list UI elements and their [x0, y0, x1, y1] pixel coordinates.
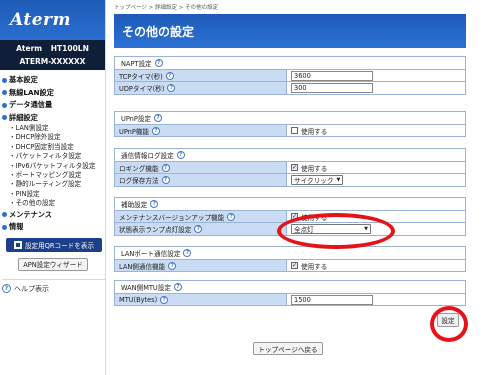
- udp-timer-input[interactable]: 300: [291, 83, 373, 93]
- setting-row: UDPタイマ(秒)? 300: [114, 82, 466, 95]
- log-section: 通信情報ログ設定? ロギング機能? ✓ 使用する ログ保存方法? サイクリック ▼: [114, 148, 466, 187]
- maint-label: メンテナンスバージョンアップ機能: [119, 213, 225, 222]
- bullet-icon: [2, 102, 7, 108]
- upnp-section: UPnP設定? UPnP機能? 使用する: [114, 111, 466, 137]
- sidebar-sub-dhcp-exclude[interactable]: DHCP除外設定: [9, 133, 105, 142]
- advanced-submenu: LAN側設定 DHCP除外設定 DHCP固定割当設定 パケットフィルタ設定 IP…: [2, 124, 105, 209]
- tcp-timer-input[interactable]: 3600: [291, 70, 373, 81]
- upnp-checkbox[interactable]: [291, 127, 298, 134]
- help-icon[interactable]: ?: [150, 200, 159, 208]
- sidebar: Aterm Aterm HT100LN ATERM-XXXXXX 基本設定 無線…: [0, 0, 106, 375]
- sidebar-sub-ipv6-filter[interactable]: IPv6パケットフィルタ設定: [9, 162, 105, 171]
- sidebar-sub-lan[interactable]: LAN側設定: [9, 124, 105, 133]
- section-title: 通信情報ログ設定?: [114, 148, 466, 161]
- section-title: 補助設定?: [114, 197, 466, 210]
- logging-label: ロギング機能: [119, 164, 159, 173]
- napt-section: NAPT設定? TCPタイマ(秒)? 3600 UDPタイマ(秒)? 300: [114, 56, 466, 95]
- sidebar-sub-port-mapping[interactable]: ポートマッピング設定: [9, 171, 105, 180]
- log-save-label: ログ保存方法: [119, 177, 159, 185]
- sidebar-sub-pin[interactable]: PIN設定: [9, 190, 105, 199]
- sidebar-item-info[interactable]: 情報: [2, 221, 105, 234]
- help-toggle[interactable]: ? ヘルプ表示: [2, 278, 105, 294]
- aterm-logo: Aterm: [10, 10, 72, 30]
- setting-row: MTU(Bytes)? 1500: [114, 293, 466, 306]
- lamp-label: 状態表示ランプ点灯設定: [119, 226, 192, 234]
- chevron-down-icon: ▼: [336, 177, 341, 183]
- sidebar-sub-static-routing[interactable]: 静的ルーティング設定: [9, 180, 105, 189]
- bullet-icon: [2, 77, 7, 83]
- upnp-label: UPnP機能: [119, 127, 150, 136]
- bullet-icon: [2, 224, 7, 230]
- mtu-input[interactable]: 1500: [291, 294, 373, 305]
- help-icon[interactable]: ?: [227, 212, 236, 221]
- help-icon[interactable]: ?: [173, 283, 182, 291]
- setting-row: ロギング機能? ✓ 使用する: [114, 161, 466, 174]
- sidebar-nav: 基本設定 無線LAN設定 データ通信量 詳細設定 LAN側設定 DHCP除外設定…: [0, 70, 105, 234]
- highlight-ring: [277, 213, 395, 249]
- help-icon[interactable]: ?: [194, 225, 203, 233]
- page-title: その他の設定: [114, 14, 466, 48]
- device-info: Aterm HT100LN ATERM-XXXXXX: [0, 40, 105, 70]
- sidebar-item-wlan[interactable]: 無線LAN設定: [2, 87, 105, 100]
- log-save-select[interactable]: サイクリック ▼: [291, 175, 344, 185]
- setting-row: ログ保存方法? サイクリック ▼: [114, 174, 466, 187]
- back-to-top-button[interactable]: トップページへ戻る: [253, 342, 323, 355]
- help-icon[interactable]: ?: [183, 249, 192, 257]
- device-id: ATERM-XXXXXX: [19, 57, 86, 66]
- help-icon[interactable]: ?: [154, 114, 163, 122]
- help-icon[interactable]: ?: [167, 84, 176, 92]
- main-content: トップページ > 詳細設定 > その他の設定 その他の設定 NAPT設定? TC…: [110, 0, 500, 375]
- help-icon[interactable]: ?: [176, 151, 185, 159]
- help-icon[interactable]: ?: [152, 126, 161, 135]
- highlight-ring: [430, 306, 468, 342]
- wan-mtu-section: WAN側MTU設定? MTU(Bytes)? 1500: [114, 280, 466, 306]
- setting-row: TCPタイマ(秒)? 3600: [114, 69, 466, 82]
- sidebar-item-data-usage[interactable]: データ通信量: [2, 99, 105, 112]
- apn-wizard-button[interactable]: APN設定ウィザード: [18, 257, 88, 271]
- help-icon[interactable]: ?: [154, 59, 163, 67]
- mtu-label: MTU(Bytes): [119, 295, 158, 304]
- help-icon[interactable]: ?: [168, 261, 177, 270]
- help-icon[interactable]: ?: [160, 295, 169, 304]
- sidebar-sub-packet-filter[interactable]: パケットフィルタ設定: [9, 152, 105, 161]
- help-icon[interactable]: ?: [165, 71, 174, 80]
- help-icon[interactable]: ?: [161, 176, 170, 184]
- bullet-icon: [2, 115, 7, 121]
- section-title: NAPT設定?: [114, 56, 466, 69]
- lan-port-section: LANポート通信設定? LAN側通信機能? ✓ 使用する: [114, 246, 466, 272]
- breadcrumb: トップページ > 詳細設定 > その他の設定: [114, 5, 219, 11]
- help-icon: ?: [2, 284, 11, 294]
- sidebar-item-maintenance[interactable]: メンテナンス: [2, 209, 105, 222]
- sidebar-sub-dhcp-fixed[interactable]: DHCP固定割当設定: [9, 143, 105, 152]
- qr-code-icon: [13, 240, 22, 249]
- lan-comm-checkbox[interactable]: ✓: [291, 262, 298, 269]
- help-icon[interactable]: ?: [161, 163, 170, 172]
- show-qr-button[interactable]: 設定用QRコードを表示: [6, 237, 102, 252]
- sidebar-item-advanced[interactable]: 詳細設定: [2, 112, 105, 125]
- udp-timer-label: UDPタイマ(秒): [119, 85, 165, 93]
- bullet-icon: [2, 212, 7, 218]
- brand-header: Aterm: [0, 0, 105, 40]
- sidebar-sub-other[interactable]: その他の設定: [9, 199, 105, 208]
- section-title: WAN側MTU設定?: [114, 280, 466, 293]
- setting-row: UPnP機能? 使用する: [114, 124, 466, 137]
- logging-checkbox[interactable]: ✓: [291, 164, 298, 171]
- sidebar-item-basic[interactable]: 基本設定: [2, 74, 105, 87]
- bullet-icon: [2, 90, 7, 96]
- section-title: UPnP設定?: [114, 111, 466, 124]
- lan-comm-label: LAN側通信機能: [119, 262, 166, 271]
- model-name: Aterm: [16, 44, 43, 53]
- tcp-timer-label: TCPタイマ(秒): [119, 72, 163, 81]
- model-id: HT100LN: [50, 44, 89, 53]
- section-title: LANポート通信設定?: [114, 246, 466, 259]
- setting-row: LAN側通信機能? ✓ 使用する: [114, 259, 466, 272]
